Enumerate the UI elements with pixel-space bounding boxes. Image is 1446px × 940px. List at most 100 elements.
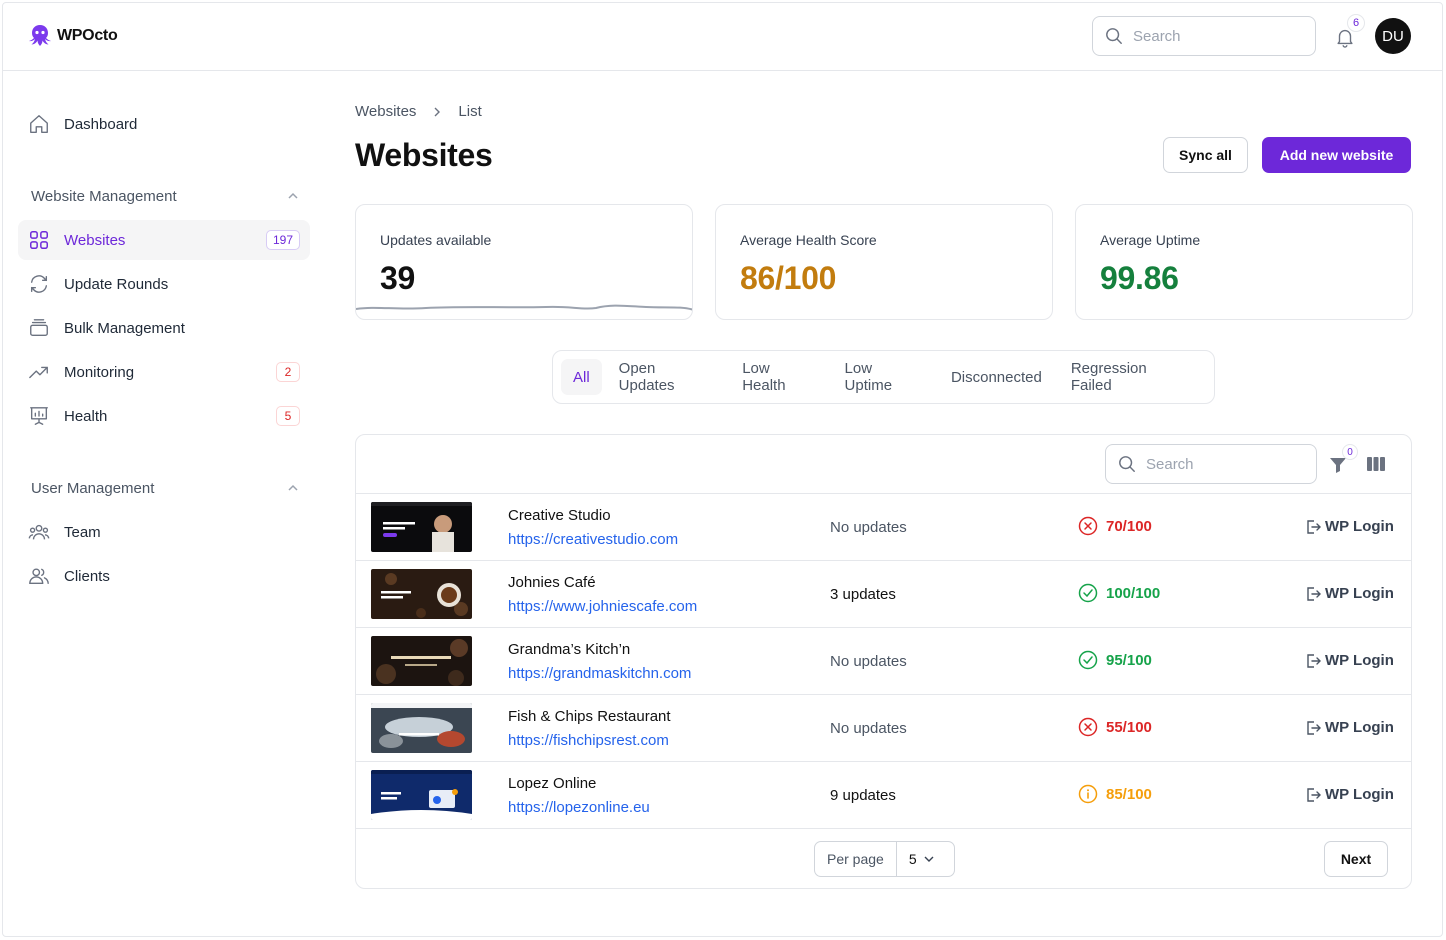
- filter-tabs: All Open Updates Low Health Low Uptime D…: [552, 350, 1215, 404]
- wp-login-label: WP Login: [1325, 585, 1394, 602]
- global-search-input[interactable]: [1133, 27, 1293, 45]
- login-icon: [1307, 586, 1321, 601]
- chevron-up-icon: [288, 484, 298, 491]
- next-page-button[interactable]: Next: [1324, 841, 1388, 877]
- login-icon: [1307, 720, 1321, 735]
- login-icon: [1307, 519, 1321, 534]
- tab-low-uptime[interactable]: Low Uptime: [833, 359, 934, 395]
- sidebar-item-clients[interactable]: Clients: [18, 556, 310, 596]
- websites-count-badge: 197: [265, 230, 300, 250]
- sidebar-item-label: Team: [64, 523, 101, 541]
- login-icon: [1307, 653, 1321, 668]
- updates-status: 9 updates: [830, 787, 896, 804]
- sidebar-item-team[interactable]: Team: [18, 512, 310, 552]
- per-page-label: Per page: [815, 842, 897, 876]
- table-toolbar: 0: [356, 435, 1411, 494]
- tab-all[interactable]: All: [561, 359, 602, 395]
- site-url-link[interactable]: https://fishchipsrest.com: [508, 732, 669, 749]
- chevron-down-icon: [924, 856, 934, 862]
- section-label: User Management: [31, 479, 155, 497]
- check-circle-icon: [1078, 583, 1098, 603]
- tab-open-updates[interactable]: Open Updates: [607, 359, 726, 395]
- table-search-input[interactable]: [1146, 455, 1306, 473]
- site-name: Fish & Chips Restaurant: [508, 708, 671, 725]
- site-url-link[interactable]: https://lopezonline.eu: [508, 799, 650, 816]
- check-circle-icon: [1078, 650, 1098, 670]
- x-circle-icon: [1078, 717, 1098, 737]
- site-url-link[interactable]: https://grandmaskitchn.com: [508, 665, 691, 682]
- site-url-link[interactable]: https://www.johniescafe.com: [508, 598, 697, 615]
- site-thumbnail: [371, 636, 472, 686]
- sidebar-item-label: Monitoring: [64, 363, 135, 381]
- wp-login-button[interactable]: WP Login: [1305, 585, 1394, 602]
- add-new-website-button[interactable]: Add new website: [1262, 137, 1411, 173]
- table-row[interactable]: Creative Studio https://creativestudio.c…: [356, 494, 1411, 561]
- site-name: Grandma’s Kitch’n: [508, 641, 631, 658]
- refresh-icon: [30, 275, 48, 293]
- tab-low-health[interactable]: Low Health: [730, 359, 827, 395]
- tab-regression-failed[interactable]: Regression Failed: [1059, 359, 1201, 395]
- users-icon: [29, 568, 49, 585]
- stack-icon: [30, 319, 48, 337]
- section-website-management[interactable]: Website Management: [31, 184, 299, 208]
- table-row[interactable]: Fish & Chips Restaurant https://fishchip…: [356, 695, 1411, 762]
- table-search[interactable]: [1105, 444, 1317, 484]
- wp-login-button[interactable]: WP Login: [1305, 652, 1394, 669]
- per-page-select[interactable]: 5: [897, 851, 947, 867]
- health-count-badge: 5: [276, 406, 300, 426]
- sidebar-item-monitoring[interactable]: Monitoring 2: [18, 352, 310, 392]
- logo-text: WPOcto: [57, 27, 118, 44]
- health-score: 55/100: [1078, 717, 1152, 737]
- sidebar-item-dashboard[interactable]: Dashboard: [18, 104, 310, 144]
- site-url-link[interactable]: https://creativestudio.com: [508, 531, 678, 548]
- search-icon: [1119, 456, 1135, 472]
- breadcrumb-websites[interactable]: Websites: [355, 103, 416, 120]
- health-score-value: 70/100: [1106, 517, 1152, 535]
- site-name: Lopez Online: [508, 775, 597, 792]
- sidebar-item-label: Update Rounds: [64, 275, 169, 293]
- user-avatar[interactable]: DU: [1375, 18, 1411, 54]
- sidebar-item-update-rounds[interactable]: Update Rounds: [18, 264, 310, 304]
- section-user-management[interactable]: User Management: [31, 476, 299, 500]
- sidebar: Dashboard Website Management Websites 19…: [3, 72, 323, 936]
- monitoring-count-badge: 2: [276, 362, 300, 382]
- sidebar-item-label: Bulk Management: [64, 319, 185, 337]
- tab-disconnected[interactable]: Disconnected: [939, 359, 1054, 395]
- login-icon: [1307, 787, 1321, 802]
- filter-icon[interactable]: [1329, 456, 1347, 474]
- health-score: 70/100: [1078, 516, 1152, 536]
- per-page-control: Per page 5: [814, 841, 955, 877]
- table-row[interactable]: Grandma’s Kitch’n https://grandmaskitchn…: [356, 628, 1411, 695]
- wp-login-label: WP Login: [1325, 518, 1394, 535]
- presentation-chart-icon: [30, 407, 48, 425]
- health-score: 100/100: [1078, 583, 1160, 603]
- table-row[interactable]: Johnies Café https://www.johniescafe.com…: [356, 561, 1411, 628]
- columns-icon[interactable]: [1367, 456, 1385, 472]
- websites-table: 0 Creative Studio https://creativestudio…: [355, 434, 1412, 889]
- logo[interactable]: WPOcto: [27, 23, 118, 49]
- global-search[interactable]: [1092, 16, 1316, 56]
- search-icon: [1106, 28, 1122, 44]
- sidebar-item-bulk-management[interactable]: Bulk Management: [18, 308, 310, 348]
- stat-card-updates: Updates available 39: [355, 204, 693, 320]
- sidebar-item-websites[interactable]: Websites 197: [18, 220, 310, 260]
- wp-login-button[interactable]: WP Login: [1305, 786, 1394, 803]
- sync-all-button[interactable]: Sync all: [1163, 137, 1248, 173]
- sidebar-item-label: Websites: [64, 231, 126, 249]
- updates-status: 3 updates: [830, 586, 896, 603]
- wp-login-label: WP Login: [1325, 719, 1394, 736]
- chevron-up-icon: [288, 192, 298, 199]
- stat-value: 86/100: [740, 260, 837, 296]
- sidebar-item-health[interactable]: Health 5: [18, 396, 310, 436]
- trend-up-icon: [29, 366, 48, 379]
- wp-login-button[interactable]: WP Login: [1305, 719, 1394, 736]
- site-name: Johnies Café: [508, 574, 596, 591]
- section-label: Website Management: [31, 187, 177, 205]
- stat-card-uptime: Average Uptime 99.86: [1075, 204, 1413, 320]
- notification-badge: 6: [1347, 14, 1365, 32]
- table-row[interactable]: Lopez Online https://lopezonline.eu 9 up…: [356, 762, 1411, 829]
- wp-login-label: WP Login: [1325, 652, 1394, 669]
- health-score-value: 85/100: [1106, 785, 1152, 803]
- wp-login-button[interactable]: WP Login: [1305, 518, 1394, 535]
- grid-icon: [30, 231, 48, 249]
